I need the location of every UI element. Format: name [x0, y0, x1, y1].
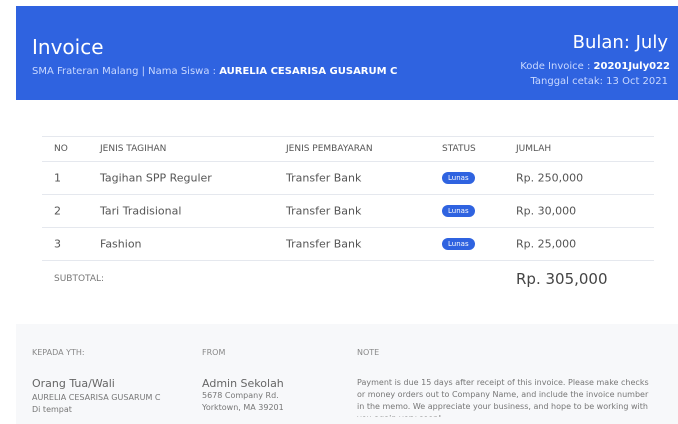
row-pembayaran: Transfer Bank: [286, 237, 362, 251]
note-text: Payment is due 15 days after receipt of …: [357, 378, 649, 417]
recipient-line-2: Di tempat: [32, 405, 72, 414]
col-header-jumlah: JUMLAH: [516, 144, 552, 154]
col-header-status: STATUS: [442, 144, 476, 154]
school-label: SMA Frateran Malang | Nama Siswa :: [32, 66, 220, 77]
subtotal-label: SUBTOTAL:: [54, 274, 105, 284]
table-row: 2 Tari Tradisional Transfer Bank Lunas R…: [42, 195, 654, 228]
table-header: NO JENIS TAGIHAN JENIS PEMBAYARAN STATUS…: [42, 136, 654, 162]
sender-line-1: 5678 Company Rd.: [202, 391, 279, 400]
sender-label: FROM: [202, 348, 226, 357]
print-date: Tanggal cetak: 13 Oct 2021: [530, 76, 668, 87]
invoice-month: Bulan: July: [572, 32, 668, 53]
row-tagihan: Fashion: [100, 237, 142, 251]
invoice-table: NO JENIS TAGIHAN JENIS PEMBAYARAN STATUS…: [42, 136, 654, 297]
student-name: AURELIA CESARISA GUSARUM C: [219, 66, 398, 77]
col-header-tagihan: JENIS TAGIHAN: [100, 144, 167, 154]
row-jumlah: Rp. 30,000: [516, 204, 577, 218]
status-badge: Lunas: [442, 172, 475, 184]
row-pembayaran: Transfer Bank: [286, 171, 362, 185]
recipient-line-1: AURELIA CESARISA GUSARUM C: [32, 393, 161, 402]
status-badge: Lunas: [442, 205, 475, 217]
row-jumlah: Rp. 250,000: [516, 171, 584, 185]
invoice-code: Kode Invoice : 20201July022: [520, 61, 670, 72]
subtotal-value: Rp. 305,000: [516, 270, 608, 288]
recipient-label: KEPADA YTH:: [32, 348, 85, 357]
row-no: 3: [54, 237, 61, 251]
recipient-name: Orang Tua/Wali: [32, 377, 115, 390]
row-no: 1: [54, 171, 61, 185]
row-tagihan: Tagihan SPP Reguler: [100, 171, 212, 185]
invoice-title: Invoice: [32, 35, 104, 59]
col-header-no: NO: [54, 144, 68, 154]
invoice-header: Invoice SMA Frateran Malang | Nama Siswa…: [16, 6, 678, 100]
row-tagihan: Tari Tradisional: [100, 204, 182, 218]
sender-name: Admin Sekolah: [202, 377, 284, 390]
table-row: 3 Fashion Transfer Bank Lunas Rp. 25,000: [42, 228, 654, 261]
note-label: NOTE: [357, 348, 380, 357]
col-header-pembayaran: JENIS PEMBAYARAN: [286, 144, 373, 154]
status-badge: Lunas: [442, 238, 475, 250]
invoice-page: Invoice SMA Frateran Malang | Nama Siswa…: [0, 0, 678, 424]
sender-line-2: Yorktown, MA 39201: [202, 403, 284, 412]
row-jumlah: Rp. 25,000: [516, 237, 577, 251]
row-pembayaran: Transfer Bank: [286, 204, 362, 218]
invoice-code-value: 20201July022: [593, 61, 670, 72]
invoice-footer: KEPADA YTH: Orang Tua/Wali AURELIA CESAR…: [16, 324, 678, 424]
invoice-code-label: Kode Invoice :: [520, 61, 594, 72]
subtotal-row: SUBTOTAL: Rp. 305,000: [42, 261, 654, 297]
invoice-subtitle: SMA Frateran Malang | Nama Siswa : AUREL…: [32, 66, 397, 77]
row-no: 2: [54, 204, 61, 218]
table-row: 1 Tagihan SPP Reguler Transfer Bank Luna…: [42, 162, 654, 195]
